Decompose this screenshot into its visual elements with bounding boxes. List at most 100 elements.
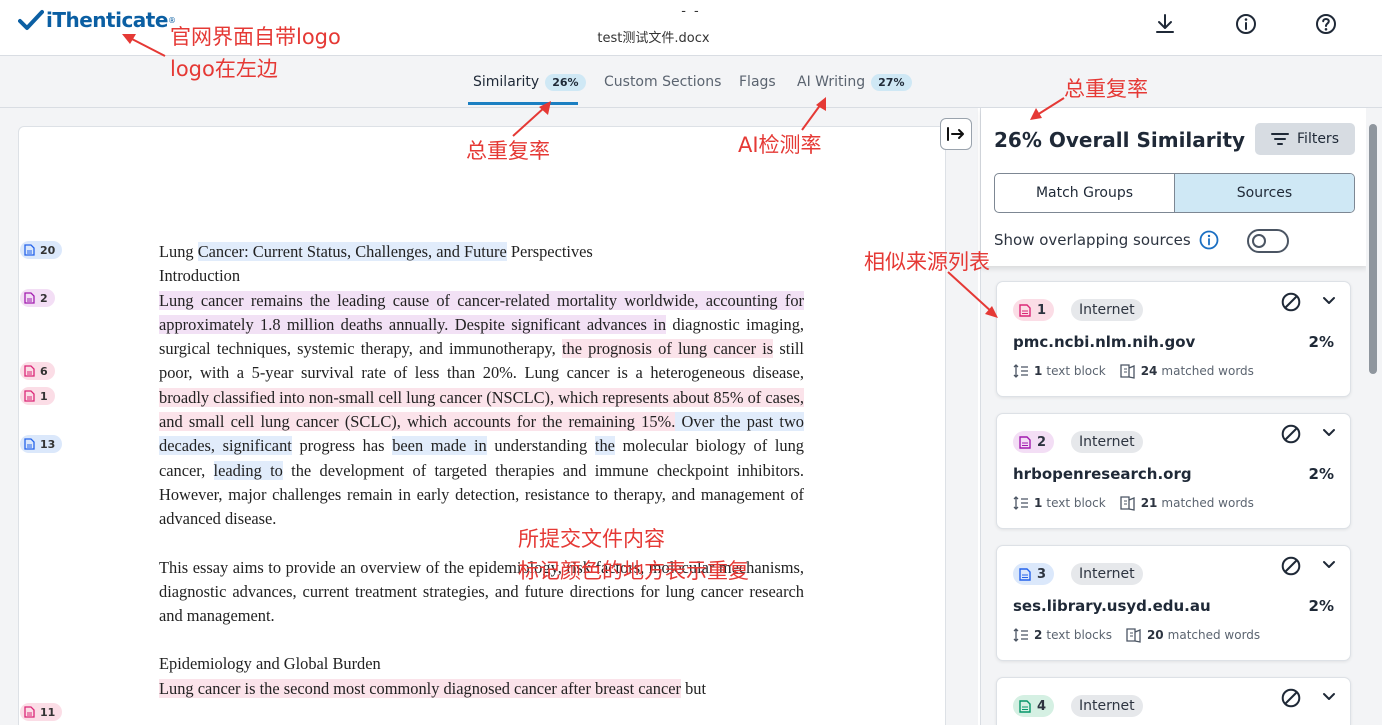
match-marker[interactable]: 1 bbox=[20, 387, 55, 405]
document-icon bbox=[24, 292, 35, 304]
paragraph: Lung cancer remains the leading cause of… bbox=[159, 290, 805, 529]
match-marker[interactable]: 2 bbox=[20, 289, 55, 307]
source-type-badge: Internet bbox=[1071, 431, 1143, 453]
match-highlight[interactable]: Over the past bbox=[675, 412, 774, 432]
text-block-icon bbox=[1013, 496, 1028, 510]
sources-option[interactable]: Sources bbox=[1174, 174, 1354, 212]
exclude-icon[interactable] bbox=[1281, 688, 1301, 708]
tab-label: Custom Sections bbox=[604, 74, 722, 90]
source-domain: ses.library.usyd.edu.au bbox=[1013, 597, 1211, 615]
tab-label: Similarity bbox=[473, 74, 540, 90]
match-marker[interactable]: 6 bbox=[20, 362, 55, 380]
match-highlight[interactable]: Lung cancer is the second most commonly … bbox=[159, 678, 682, 698]
document-icon bbox=[24, 438, 35, 450]
marker-number: 6 bbox=[40, 364, 48, 378]
match-marker[interactable]: 11 bbox=[20, 703, 63, 721]
filters-button[interactable]: Filters bbox=[1255, 123, 1355, 155]
tab-similarity[interactable]: Similarity 26% bbox=[473, 72, 586, 92]
source-number-badge: 3 bbox=[1013, 563, 1055, 585]
document-icon bbox=[1019, 435, 1031, 449]
document-icon bbox=[1019, 699, 1031, 713]
document-icon bbox=[24, 244, 35, 256]
source-card[interactable]: 4 Internet bbox=[996, 677, 1351, 725]
tab-label: AI Writing bbox=[797, 74, 866, 90]
info-icon[interactable] bbox=[1199, 230, 1219, 250]
info-icon[interactable] bbox=[1234, 12, 1258, 36]
text-block-icon bbox=[1013, 364, 1028, 378]
document-title: Lung Cancer: Current Status, Challenges,… bbox=[159, 242, 593, 261]
source-card[interactable]: 2 Internet hrbopenresearch.org 2% 1 text … bbox=[996, 413, 1351, 529]
filters-label: Filters bbox=[1297, 131, 1339, 147]
annotation-logo-position: logo在左边 bbox=[170, 57, 278, 81]
document-icon bbox=[1019, 303, 1031, 317]
chevron-down-icon[interactable] bbox=[1322, 560, 1336, 570]
chevron-down-icon[interactable] bbox=[1322, 296, 1336, 306]
annotation-ai-rate: AI检测率 bbox=[738, 133, 822, 157]
section-heading: Epidemiology and Global Burden bbox=[159, 654, 381, 674]
section-heading: Introduction bbox=[159, 266, 241, 286]
text-block-icon bbox=[1013, 628, 1028, 642]
grouping-toggle: Match Groups Sources bbox=[994, 173, 1355, 213]
panel-header: 26% Overall Similarity Filters Match Gro… bbox=[981, 108, 1367, 266]
match-highlight[interactable]: leading to bbox=[213, 460, 283, 480]
marker-number: 13 bbox=[40, 437, 56, 451]
match-marker[interactable]: 13 bbox=[20, 435, 63, 453]
source-type-badge: Internet bbox=[1071, 563, 1143, 585]
panel-scrollbar[interactable] bbox=[1366, 108, 1382, 725]
overlap-toggle[interactable] bbox=[1247, 229, 1289, 253]
source-meta: 2 text blocks 20 matched words bbox=[1013, 627, 1260, 643]
overlap-label: Show overlapping sources bbox=[994, 231, 1191, 249]
tab-flags[interactable]: Flags bbox=[739, 72, 776, 92]
match-highlight[interactable]: Cancer: Current Status, Challenges, and … bbox=[197, 242, 507, 261]
source-meta: 1 text block 24 matched words bbox=[1013, 363, 1254, 379]
document-text: Lung Cancer: Current Status, Challenges,… bbox=[159, 240, 805, 701]
exclude-icon[interactable] bbox=[1281, 556, 1301, 576]
scrollbar-thumb[interactable] bbox=[1369, 124, 1377, 374]
toggle-knob bbox=[1252, 234, 1266, 248]
annotation-total-rate: 总重复率 bbox=[466, 139, 550, 163]
matched-words-icon bbox=[1126, 628, 1141, 643]
match-highlight[interactable]: the bbox=[594, 436, 615, 456]
match-highlight[interactable]: Lung cancer remains bbox=[159, 290, 303, 310]
source-card[interactable]: 3 Internet ses.library.usyd.edu.au 2% 2t… bbox=[996, 545, 1351, 661]
marker-number: 2 bbox=[40, 291, 48, 305]
source-number-badge: 2 bbox=[1013, 431, 1055, 453]
tab-custom-sections[interactable]: Custom Sections bbox=[604, 72, 721, 92]
match-highlight[interactable]: been made in bbox=[392, 436, 487, 456]
chevron-down-icon[interactable] bbox=[1322, 692, 1336, 702]
source-type-badge: Internet bbox=[1071, 695, 1143, 717]
match-highlight[interactable]: broadly classified into non-small cell l… bbox=[159, 387, 669, 407]
document-icon bbox=[24, 390, 35, 402]
arrow-to-right-icon bbox=[947, 127, 964, 141]
tab-label: Flags bbox=[739, 74, 776, 90]
tab-ai-writing[interactable]: AI Writing 27% bbox=[797, 72, 912, 92]
exclude-icon[interactable] bbox=[1281, 292, 1301, 312]
overall-similarity: 26% Overall Similarity bbox=[994, 128, 1246, 152]
source-number-badge: 4 bbox=[1013, 695, 1055, 717]
source-number-badge: 1 bbox=[1013, 299, 1055, 321]
annotation-total-rate-panel: 总重复率 bbox=[1064, 77, 1148, 101]
source-percentage: 2% bbox=[1308, 465, 1334, 483]
download-icon[interactable] bbox=[1153, 12, 1177, 36]
annotation-source-list: 相似来源列表 bbox=[864, 250, 990, 274]
source-type-badge: Internet bbox=[1071, 299, 1143, 321]
help-icon[interactable] bbox=[1314, 12, 1338, 36]
source-percentage: 2% bbox=[1308, 597, 1334, 615]
ai-writing-badge: 27% bbox=[871, 73, 912, 91]
match-highlight[interactable]: the prognosis of lung cancer is bbox=[561, 339, 774, 359]
source-meta: 1 text block 21 matched words bbox=[1013, 495, 1254, 511]
match-groups-option[interactable]: Match Groups bbox=[995, 174, 1174, 212]
source-card[interactable]: 1 Internet pmc.ncbi.nlm.nih.gov 2% 1 text… bbox=[996, 281, 1351, 397]
matched-words-icon bbox=[1120, 364, 1135, 379]
paragraph: Lung cancer is the second most commonly … bbox=[159, 678, 707, 698]
document-icon bbox=[24, 706, 35, 718]
annotation-highlight-meaning: 标记颜色的地方表示重复 bbox=[518, 559, 749, 583]
annotation-submitted-content: 所提交文件内容 bbox=[518, 527, 665, 551]
active-tab-underline bbox=[468, 102, 578, 105]
marker-number: 11 bbox=[40, 705, 56, 719]
chevron-down-icon[interactable] bbox=[1322, 428, 1336, 438]
collapse-panel-button[interactable] bbox=[940, 118, 972, 150]
exclude-icon[interactable] bbox=[1281, 424, 1301, 444]
match-marker[interactable]: 20 bbox=[20, 241, 63, 259]
document-icon bbox=[1019, 567, 1031, 581]
